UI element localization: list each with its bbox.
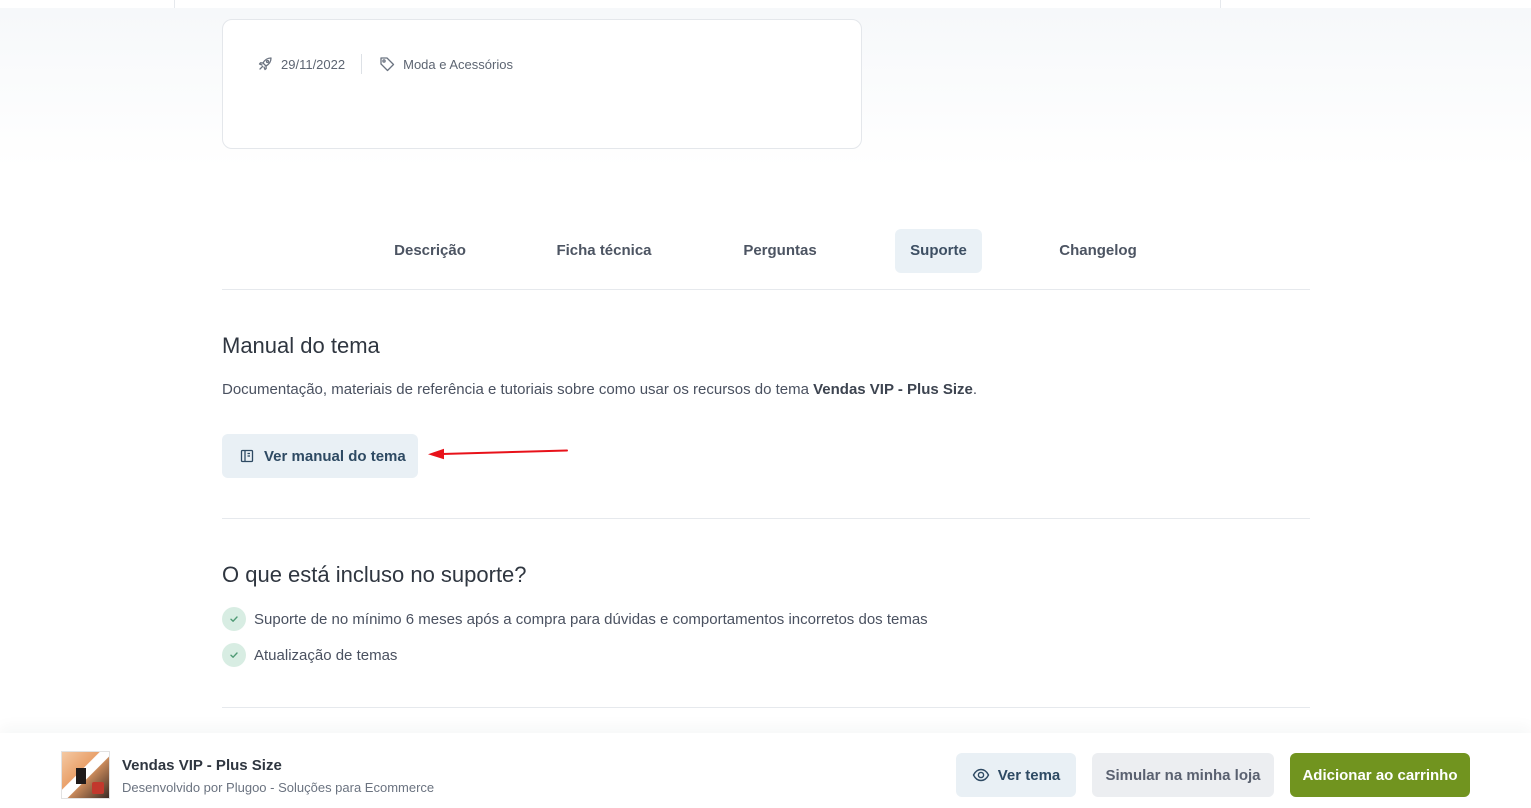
view-theme-button[interactable]: Ver tema: [956, 753, 1076, 797]
category-text: Moda e Acessórios: [403, 56, 513, 72]
page: 29/11/2022 Moda e Acessórios Descrição F…: [0, 0, 1531, 808]
divider: [1220, 0, 1221, 8]
release-date: 29/11/2022: [257, 56, 345, 72]
manual-description-text: Documentação, materiais de referência e …: [222, 381, 814, 398]
add-to-cart-button[interactable]: Adicionar ao carrinho: [1290, 753, 1470, 797]
section-divider: [222, 518, 1310, 519]
support-item-text: Atualização de temas: [254, 646, 398, 664]
tab-bar: Descrição Ficha técnica Perguntas Suport…: [222, 229, 1310, 290]
rocket-icon: [258, 57, 272, 71]
manual-description: Documentação, materiais de referência e …: [222, 381, 977, 398]
tab-changelog[interactable]: Changelog: [1048, 229, 1148, 273]
theme-name: Vendas VIP - Plus Size: [813, 381, 973, 398]
tab-suporte[interactable]: Suporte: [895, 229, 982, 273]
category[interactable]: Moda e Acessórios: [379, 56, 513, 72]
meta-separator: [361, 54, 363, 74]
eye-icon: [972, 768, 990, 782]
view-manual-button[interactable]: Ver manual do tema: [222, 434, 418, 478]
tab-perguntas[interactable]: Perguntas: [730, 229, 830, 273]
support-item: Suporte de no mínimo 6 meses após a comp…: [222, 607, 928, 631]
meta-row: 29/11/2022 Moda e Acessórios: [257, 54, 513, 74]
check-icon: [222, 607, 246, 631]
check-icon: [222, 643, 246, 667]
release-date-text: 29/11/2022: [281, 56, 346, 72]
product-developer: Desenvolvido por Plugoo - Soluções para …: [122, 780, 435, 795]
divider: [174, 0, 175, 8]
support-title: O que está incluso no suporte?: [222, 562, 527, 587]
view-theme-label: Ver tema: [997, 766, 1061, 784]
support-item: Atualização de temas: [222, 643, 397, 667]
simulate-store-button[interactable]: Simular na minha loja: [1092, 753, 1274, 797]
view-manual-label: Ver manual do tema: [264, 447, 406, 465]
tab-ficha-tecnica[interactable]: Ficha técnica: [545, 229, 663, 273]
theme-info-card: 29/11/2022 Moda e Acessórios: [222, 19, 862, 149]
support-item-text: Suporte de no mínimo 6 meses após a comp…: [254, 610, 928, 628]
product-thumbnail: [61, 751, 110, 799]
product-name: Vendas VIP - Plus Size: [122, 757, 282, 774]
thumbnail-figure: [76, 768, 86, 784]
manual-description-end: .: [972, 381, 978, 398]
tab-descricao[interactable]: Descrição: [380, 229, 480, 273]
annotation-arrow-icon: [428, 448, 568, 460]
manual-title: Manual do tema: [222, 333, 380, 358]
sticky-purchase-bar: Vendas VIP - Plus Size Desenvolvido por …: [0, 733, 1531, 808]
book-icon: [240, 449, 254, 463]
tag-icon: [380, 57, 395, 72]
thumbnail-figure: [92, 782, 104, 794]
section-divider: [222, 707, 1310, 708]
top-strip: [0, 0, 1531, 8]
